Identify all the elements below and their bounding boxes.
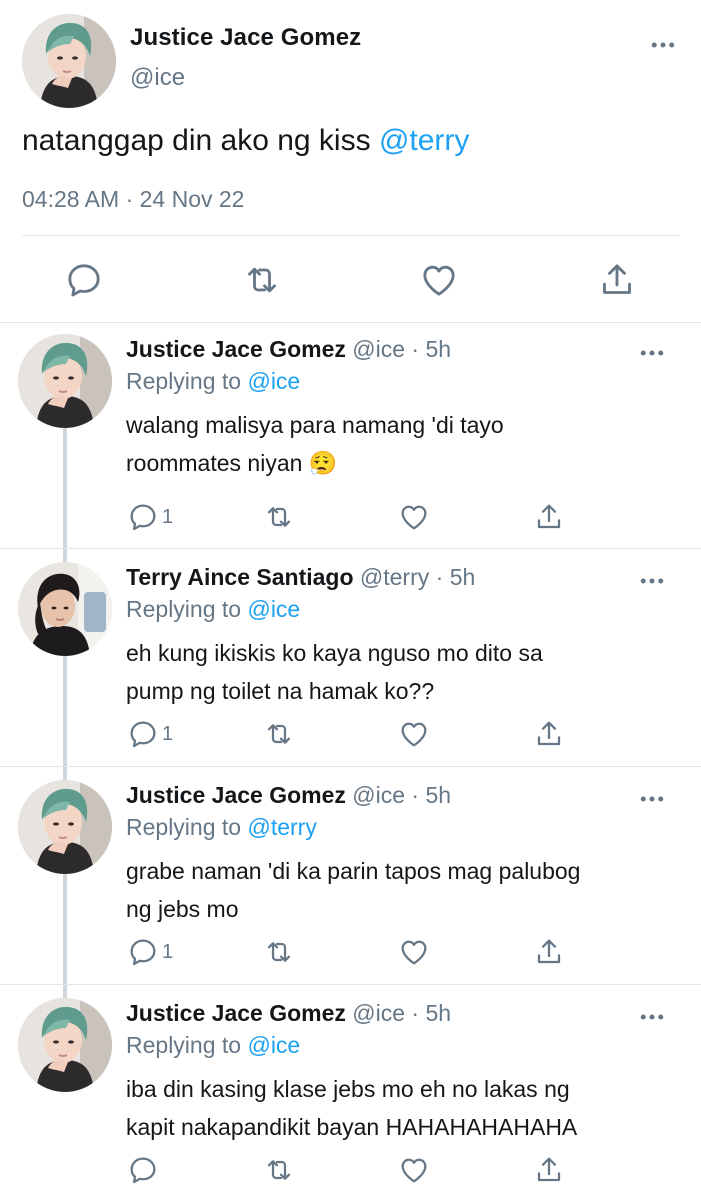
thread-connector [63,428,67,998]
replying-label: Replying to [126,814,248,840]
share-icon[interactable] [532,717,566,751]
mention-link[interactable]: @terry [379,124,469,157]
reply-text-line: pump ng toilet na hamak ko?? [126,678,435,704]
replying-to: Replying to @ice [126,368,300,395]
reply-header: Terry Aince Santiago @terry · 5h [126,564,475,591]
share-icon[interactable] [532,500,566,534]
main-tweet: Justice Jace Gomez @ice natanggap din ak… [0,0,701,322]
more-icon[interactable] [637,784,667,814]
author-name[interactable]: Terry Aince Santiago [126,564,354,590]
avatar[interactable] [18,780,112,874]
replying-to: Replying to @ice [126,596,300,623]
reply-icon[interactable] [126,500,160,534]
avatar-image [22,14,116,108]
like-icon[interactable] [419,260,459,300]
author-handle[interactable]: @ice [352,1000,405,1026]
share-icon[interactable] [597,260,637,300]
divider [0,322,701,323]
reply-text: iba din kasing klase jebs mo eh no lakas… [126,1070,666,1146]
tweet-text: natanggap din ako ng kiss @terry [22,124,469,158]
like-icon[interactable] [397,717,431,751]
author-handle[interactable]: @ice [352,782,405,808]
reply-time: · 5h [405,336,452,362]
avatar[interactable] [18,998,112,1092]
reply-text-line: roommates niyan 😮‍💨 [126,450,338,476]
retweet-icon[interactable] [262,500,296,534]
reply-text-line: eh kung ikiskis ko kaya nguso mo dito sa [126,640,543,666]
tweet-body: natanggap din ako ng kiss [22,124,379,157]
mention-link[interactable]: @terry [247,814,316,840]
more-icon[interactable] [637,566,667,596]
divider [0,766,701,767]
avatar[interactable] [22,14,116,108]
replying-label: Replying to [126,1032,248,1058]
like-icon[interactable] [397,935,431,969]
reply-icon[interactable] [126,935,160,969]
divider [0,984,701,985]
replying-to: Replying to @terry [126,814,317,841]
reply-time: · 5h [405,782,452,808]
reply-count: 1 [162,723,174,745]
reply-icon[interactable] [126,1153,160,1187]
reply-text-line: ng jebs mo [126,896,239,922]
reply-text-line: grabe naman 'di ka parin tapos mag palub… [126,858,581,884]
author-name[interactable]: Justice Jace Gomez [126,336,346,362]
reply-icon[interactable] [64,260,104,300]
share-icon[interactable] [532,935,566,969]
reply-text-line: iba din kasing klase jebs mo eh no lakas… [126,1076,570,1102]
more-icon[interactable] [637,338,667,368]
reply-time: · 5h [405,1000,452,1026]
reply-text: grabe naman 'di ka parin tapos mag palub… [126,852,666,928]
reply-text-line: kapit nakapandikit bayan HAHAHAHAHAHA [126,1114,578,1140]
retweet-icon[interactable] [242,260,282,300]
reply-header: Justice Jace Gomez @ice · 5h [126,1000,451,1027]
reply-text: walang malisya para namang 'di tayo roomm… [126,406,666,482]
author-name[interactable]: Justice Jace Gomez [126,1000,346,1026]
reply-text-line: walang malisya para namang 'di tayo [126,412,504,438]
replying-to: Replying to @ice [126,1032,300,1059]
reply-icon[interactable] [126,717,160,751]
avatar[interactable] [18,562,112,656]
author-name[interactable]: Justice Jace Gomez [130,24,361,52]
retweet-icon[interactable] [262,1153,296,1187]
author-handle[interactable]: @ice [130,64,185,92]
author-handle[interactable]: @ice [352,336,405,362]
mention-link[interactable]: @ice [247,596,300,622]
author-name[interactable]: Justice Jace Gomez [126,782,346,808]
reply-header: Justice Jace Gomez @ice · 5h [126,782,451,809]
like-icon[interactable] [397,1153,431,1187]
retweet-icon[interactable] [262,935,296,969]
share-icon[interactable] [532,1153,566,1187]
more-icon[interactable] [637,1002,667,1032]
divider [0,548,701,549]
reply-count: 1 [162,941,174,963]
retweet-icon[interactable] [262,717,296,751]
author-handle[interactable]: @terry [360,564,429,590]
tweet-timestamp[interactable]: 04:28 AM · 24 Nov 22 [22,186,244,213]
avatar[interactable] [18,334,112,428]
mention-link[interactable]: @ice [247,1032,300,1058]
reply-header: Justice Jace Gomez @ice · 5h [126,336,451,363]
divider [22,235,680,236]
more-icon[interactable] [648,30,678,60]
like-icon[interactable] [397,500,431,534]
replying-label: Replying to [126,368,248,394]
reply-text: eh kung ikiskis ko kaya nguso mo dito sa… [126,634,666,710]
reply-time: · 5h [429,564,476,590]
reply-count: 1 [162,506,174,528]
mention-link[interactable]: @ice [247,368,300,394]
replying-label: Replying to [126,596,248,622]
